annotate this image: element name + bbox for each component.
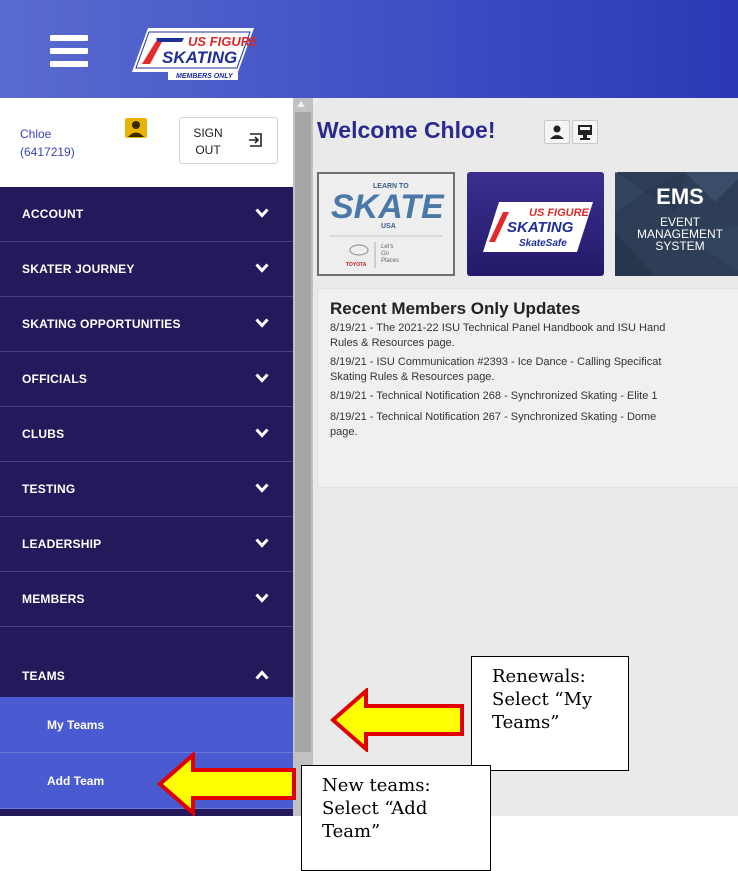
menu-skating-opportunities[interactable]: SKATING OPPORTUNITIES bbox=[0, 297, 293, 352]
arrow-left-icon bbox=[157, 752, 296, 816]
person-icon bbox=[550, 125, 564, 139]
update-item[interactable]: 8/19/21 - ISU Communication #2393 - Ice … bbox=[330, 355, 738, 385]
update-item[interactable]: 8/19/21 - The 2021-22 ISU Technical Pane… bbox=[330, 321, 738, 351]
menu-members[interactable]: MEMBERS bbox=[0, 572, 293, 627]
svg-text:SKATING: SKATING bbox=[162, 48, 237, 67]
usa-label: USA bbox=[381, 223, 396, 230]
submenu-label: My Teams bbox=[47, 718, 105, 732]
skatesafe-logo: US FIGURE SKATING SkateSafe bbox=[483, 202, 593, 252]
chevron-down-icon bbox=[255, 318, 269, 328]
menu-label: SKATING OPPORTUNITIES bbox=[22, 317, 181, 331]
menu-officials[interactable]: OFFICIALS bbox=[0, 352, 293, 407]
user-box: Chloe (6417219) SIGN OUT bbox=[0, 98, 293, 187]
submenu-my-teams[interactable]: My Teams bbox=[0, 697, 293, 753]
svg-text:Places: Places bbox=[381, 258, 399, 264]
update-item[interactable]: 8/19/21 - Technical Notification 268 - S… bbox=[330, 389, 738, 404]
svg-text:Go: Go bbox=[381, 251, 390, 257]
profile-button[interactable] bbox=[544, 120, 570, 144]
sign-out-icon bbox=[249, 133, 262, 147]
menu-label: MEMBERS bbox=[22, 592, 85, 606]
svg-text:US FIGURE: US FIGURE bbox=[529, 207, 590, 219]
user-name-id: Chloe (6417219) bbox=[20, 125, 75, 161]
ems-title: EMS bbox=[656, 184, 704, 209]
chevron-down-icon bbox=[255, 483, 269, 493]
chevron-down-icon bbox=[255, 373, 269, 383]
chevron-down-icon bbox=[255, 538, 269, 548]
sign-out-button[interactable]: SIGN OUT bbox=[179, 117, 278, 164]
sign-out-label: SIGN OUT bbox=[193, 126, 223, 157]
chevron-down-icon bbox=[255, 593, 269, 603]
menu-label: CLUBS bbox=[22, 427, 65, 441]
menu-label: OFFICIALS bbox=[22, 372, 88, 386]
sidebar: Chloe (6417219) SIGN OUT ACCOUNT SKATER … bbox=[0, 98, 293, 816]
monitor-icon bbox=[578, 125, 592, 140]
user-name: Chloe bbox=[20, 127, 52, 141]
us-figure-skating-logo[interactable]: US FIGURE SKATING MEMBERS ONLY bbox=[128, 24, 256, 82]
chevron-down-icon bbox=[255, 208, 269, 218]
menu-label: ACCOUNT bbox=[22, 207, 84, 221]
new-teams-callout: New teams: Select “Add Team” bbox=[301, 765, 491, 871]
menu-leadership[interactable]: LEADERSHIP bbox=[0, 517, 293, 572]
menu-skater-journey[interactable]: SKATER JOURNEY bbox=[0, 242, 293, 297]
learn-to-skate-tile[interactable]: LEARN TO SKATE USA TOYOTA Let's Go Place… bbox=[317, 172, 455, 276]
menu-label: TEAMS bbox=[22, 669, 65, 683]
renewals-callout: Renewals: Select “My Teams” bbox=[471, 656, 629, 771]
skatesafe-tile[interactable]: US FIGURE SKATING SkateSafe bbox=[467, 172, 604, 276]
chevron-down-icon bbox=[255, 263, 269, 273]
updates-title: Recent Members Only Updates bbox=[330, 299, 581, 318]
menu-testing[interactable]: TESTING bbox=[0, 462, 293, 517]
menu-teams[interactable]: TEAMS bbox=[0, 627, 293, 697]
menu-label: LEADERSHIP bbox=[22, 537, 102, 551]
dashboard-button[interactable] bbox=[572, 120, 598, 144]
scroll-up-arrow-icon[interactable] bbox=[297, 101, 305, 107]
menu-label: TESTING bbox=[22, 482, 76, 496]
svg-text:Let's: Let's bbox=[381, 244, 394, 250]
skate-label: SKATE bbox=[331, 188, 445, 226]
ems-subtitle: EVENT MANAGEMENT SYSTEM bbox=[636, 215, 723, 253]
update-item[interactable]: 8/19/21 - Technical Notification 267 - S… bbox=[330, 410, 738, 440]
toyota-label: TOYOTA bbox=[346, 262, 367, 268]
skatesafe-label: SkateSafe bbox=[519, 238, 567, 249]
arrow-left-icon bbox=[330, 688, 464, 752]
chevron-up-icon bbox=[255, 670, 269, 680]
updates-panel: Recent Members Only Updates 8/19/21 - Th… bbox=[317, 288, 738, 488]
user-avatar-icon[interactable] bbox=[125, 118, 147, 138]
scrollbar-thumb[interactable] bbox=[295, 112, 311, 752]
ems-tile[interactable]: EMS EVENT MANAGEMENT SYSTEM bbox=[615, 172, 738, 276]
welcome-heading: Welcome Chloe! bbox=[317, 117, 496, 143]
learn-to-skate-logo: LEARN TO SKATE USA TOYOTA Let's Go Place… bbox=[329, 183, 445, 268]
hamburger-menu-icon[interactable] bbox=[50, 35, 88, 67]
top-header: US FIGURE SKATING MEMBERS ONLY bbox=[0, 0, 738, 98]
menu-label: SKATER JOURNEY bbox=[22, 262, 135, 276]
svg-text:SKATING: SKATING bbox=[507, 219, 574, 236]
menu-account[interactable]: ACCOUNT bbox=[0, 187, 293, 242]
menu-clubs[interactable]: CLUBS bbox=[0, 407, 293, 462]
chevron-down-icon bbox=[255, 428, 269, 438]
svg-text:US FIGURE: US FIGURE bbox=[188, 34, 256, 49]
svg-text:MEMBERS ONLY: MEMBERS ONLY bbox=[176, 73, 234, 80]
user-id: (6417219) bbox=[20, 145, 75, 159]
submenu-label: Add Team bbox=[47, 774, 105, 788]
